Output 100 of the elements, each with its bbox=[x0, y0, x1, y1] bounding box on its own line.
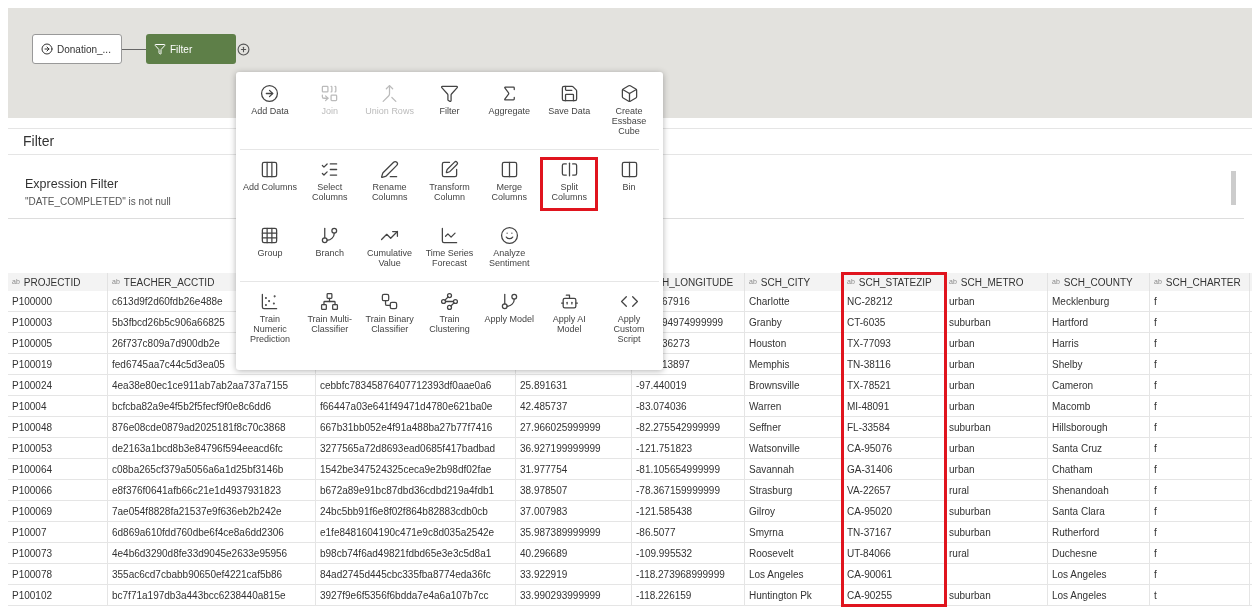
table-cell: 27.966025999999 bbox=[516, 417, 632, 437]
add-step-icon[interactable] bbox=[237, 43, 250, 56]
table-cell: Mecklenburg bbox=[1048, 291, 1150, 311]
table-cell: urban bbox=[945, 396, 1048, 416]
table-cell: 31.977754 bbox=[516, 459, 632, 479]
table-cell: Brownsville bbox=[745, 375, 843, 395]
table-cell: urban bbox=[945, 333, 1048, 353]
table-cell: Savannah bbox=[745, 459, 843, 479]
table-cell: e1fe8481604190c471e9c8d035a2542e bbox=[316, 522, 516, 542]
table-cell: Los Angeles bbox=[1048, 564, 1150, 584]
table-cell: Strasburg bbox=[745, 480, 843, 500]
table-cell: CA-95020 bbox=[843, 501, 945, 521]
table-cell: 24bc5bb91f6e8f02f864b82883cdb0cb bbox=[316, 501, 516, 521]
menu-item[interactable]: Group bbox=[240, 226, 300, 258]
scatter-icon bbox=[260, 292, 280, 311]
arrow-circle-icon bbox=[260, 84, 280, 103]
table-cell: 3927f9e6f5356f6bdda7e4a6a107b7cc bbox=[316, 585, 516, 605]
menu-item[interactable]: Bin bbox=[599, 160, 659, 192]
table-cell: Houston bbox=[745, 333, 843, 353]
table-cell: suburban bbox=[945, 522, 1048, 542]
table-cell: P100003 bbox=[8, 312, 108, 332]
transform-icon bbox=[440, 160, 459, 179]
table-cell: CA-90255 bbox=[843, 585, 945, 605]
table-cell: CA-95076 bbox=[843, 438, 945, 458]
table-cell: Huntington Pk bbox=[745, 585, 843, 605]
table-cell: 84ad2745d445cbc335fba8774eda36fc bbox=[316, 564, 516, 584]
table-cell: TX-77093 bbox=[843, 333, 945, 353]
table-cell: Smyrna bbox=[745, 522, 843, 542]
table-cell: 38.978507 bbox=[516, 480, 632, 500]
menu-item[interactable]: Transform Column bbox=[419, 160, 480, 202]
menu-item[interactable]: Add Columns bbox=[240, 160, 300, 192]
menu-item[interactable]: Merge Columns bbox=[479, 160, 540, 202]
table-cell: P100073 bbox=[8, 543, 108, 563]
table-cell: 7ae054f8828fa21537e9f636eb2b242e bbox=[108, 501, 316, 521]
menu-item[interactable]: Cumulative Value bbox=[359, 226, 420, 268]
table-cell: GA-31406 bbox=[843, 459, 945, 479]
menu-item[interactable]: Filter bbox=[419, 84, 480, 116]
menu-item[interactable]: Apply AI Model bbox=[539, 292, 600, 334]
table-cell: f bbox=[1150, 375, 1250, 395]
table-cell: -118.226159 bbox=[632, 585, 745, 605]
menu-item[interactable]: Save Data bbox=[539, 84, 600, 116]
table-cell: P100005 bbox=[8, 333, 108, 353]
menu-item[interactable]: Create Essbase Cube bbox=[599, 84, 659, 136]
menu-item[interactable]: Time Series Forecast bbox=[419, 226, 480, 268]
table-cell: 37.007983 bbox=[516, 501, 632, 521]
table-cell: P10007 bbox=[8, 522, 108, 542]
table-cell: -82.275542999999 bbox=[632, 417, 745, 437]
menu-item[interactable]: Train Clustering bbox=[419, 292, 480, 334]
menu-item[interactable]: Train Binary Classifier bbox=[359, 292, 420, 334]
table-cell: P100064 bbox=[8, 459, 108, 479]
table-cell: 33.990293999999 bbox=[516, 585, 632, 605]
table-cell: P100024 bbox=[8, 375, 108, 395]
table-cell: Duchesne bbox=[1048, 543, 1150, 563]
table-cell: f bbox=[1150, 459, 1250, 479]
flow-node[interactable]: Filter bbox=[146, 34, 236, 64]
table-cell: Macomb bbox=[1048, 396, 1150, 416]
table-cell: -118.273968999999 bbox=[632, 564, 745, 584]
menu-item[interactable]: Branch bbox=[299, 226, 360, 258]
table-cell: suburban bbox=[945, 501, 1048, 521]
flow-node[interactable]: Donation_... bbox=[32, 34, 122, 64]
table-cell: f bbox=[1150, 501, 1250, 521]
table-cell: f bbox=[1150, 312, 1250, 332]
menu-item[interactable]: Aggregate bbox=[479, 84, 540, 116]
menu-item[interactable]: Select Columns bbox=[299, 160, 360, 202]
table-cell: de2163a1bcd8b3e84796f594eeacd6fc bbox=[108, 438, 316, 458]
filter-icon bbox=[440, 84, 459, 103]
table-cell: Charlotte bbox=[745, 291, 843, 311]
menu-item[interactable]: Apply Model bbox=[479, 292, 540, 324]
clusters-icon bbox=[440, 292, 459, 311]
table-cell: b98cb74f6ad49821fdbd65e3e3c5d8a1 bbox=[316, 543, 516, 563]
table-cell: 4ea38e80ec1ce911ab7ab2aa737a7155 bbox=[108, 375, 316, 395]
table-cell: 6d869a610fdd760dbe6f4ce8a6dd2306 bbox=[108, 522, 316, 542]
table-cell: Watsonville bbox=[745, 438, 843, 458]
table-cell: Cameron bbox=[1048, 375, 1150, 395]
table-cell: Santa Clara bbox=[1048, 501, 1150, 521]
table-cell: Roosevelt bbox=[745, 543, 843, 563]
table-cell: Shenandoah bbox=[1048, 480, 1150, 500]
table-cell: 33.922919 bbox=[516, 564, 632, 584]
table-cell: CT-6035 bbox=[843, 312, 945, 332]
table-cell: bcfcba82a9e4f5b2f5fecf9f0e8c6dd6 bbox=[108, 396, 316, 416]
table-cell: 4e4b6d3290d8fe33d9045e2633e95956 bbox=[108, 543, 316, 563]
table-cell: f bbox=[1150, 480, 1250, 500]
table-cell: e8f376f0641afb66c21e1d4937931823 bbox=[108, 480, 316, 500]
table-cell: -78.367159999999 bbox=[632, 480, 745, 500]
select-columns-icon bbox=[320, 160, 340, 179]
menu-item[interactable]: Analyze Sentiment bbox=[479, 226, 540, 268]
menu-item[interactable]: Add Data bbox=[240, 84, 300, 116]
table-cell: -121.585438 bbox=[632, 501, 745, 521]
menu-item[interactable]: Split Columns bbox=[543, 160, 596, 208]
menu-item[interactable]: Rename Columns bbox=[359, 160, 420, 202]
table-cell: 3277565a72d8693ead0685f417badbad bbox=[316, 438, 516, 458]
table-cell: P100000 bbox=[8, 291, 108, 311]
table-cell: urban bbox=[945, 375, 1048, 395]
merge-columns-icon bbox=[499, 160, 519, 179]
cube-icon bbox=[619, 84, 639, 103]
filter-expression: "DATE_COMPLETED" is not null bbox=[25, 194, 171, 209]
table-cell: f bbox=[1150, 333, 1250, 353]
scrollbar[interactable] bbox=[1231, 171, 1236, 205]
table-cell: bc7f71a197db3a443bcc6238440a815e bbox=[108, 585, 316, 605]
filter-icon bbox=[154, 43, 166, 55]
